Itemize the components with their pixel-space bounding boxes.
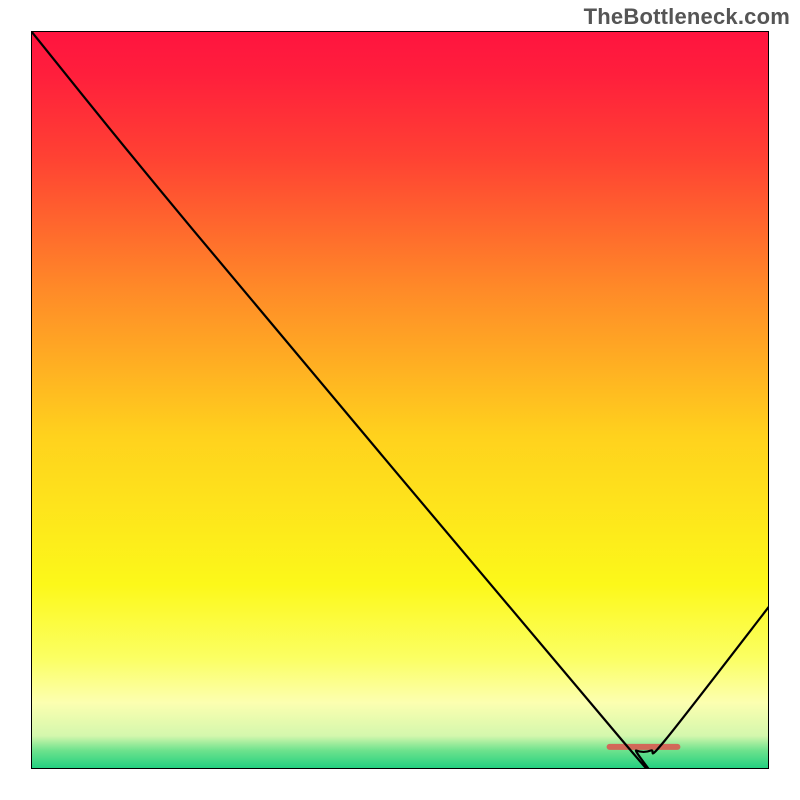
watermark-text: TheBottleneck.com bbox=[584, 4, 790, 30]
chart-highlight-band bbox=[607, 744, 681, 750]
chart-plot-area bbox=[31, 31, 769, 769]
chart-svg bbox=[31, 31, 769, 769]
chart-gradient-background bbox=[31, 31, 769, 769]
chart-stage: TheBottleneck.com bbox=[0, 0, 800, 800]
